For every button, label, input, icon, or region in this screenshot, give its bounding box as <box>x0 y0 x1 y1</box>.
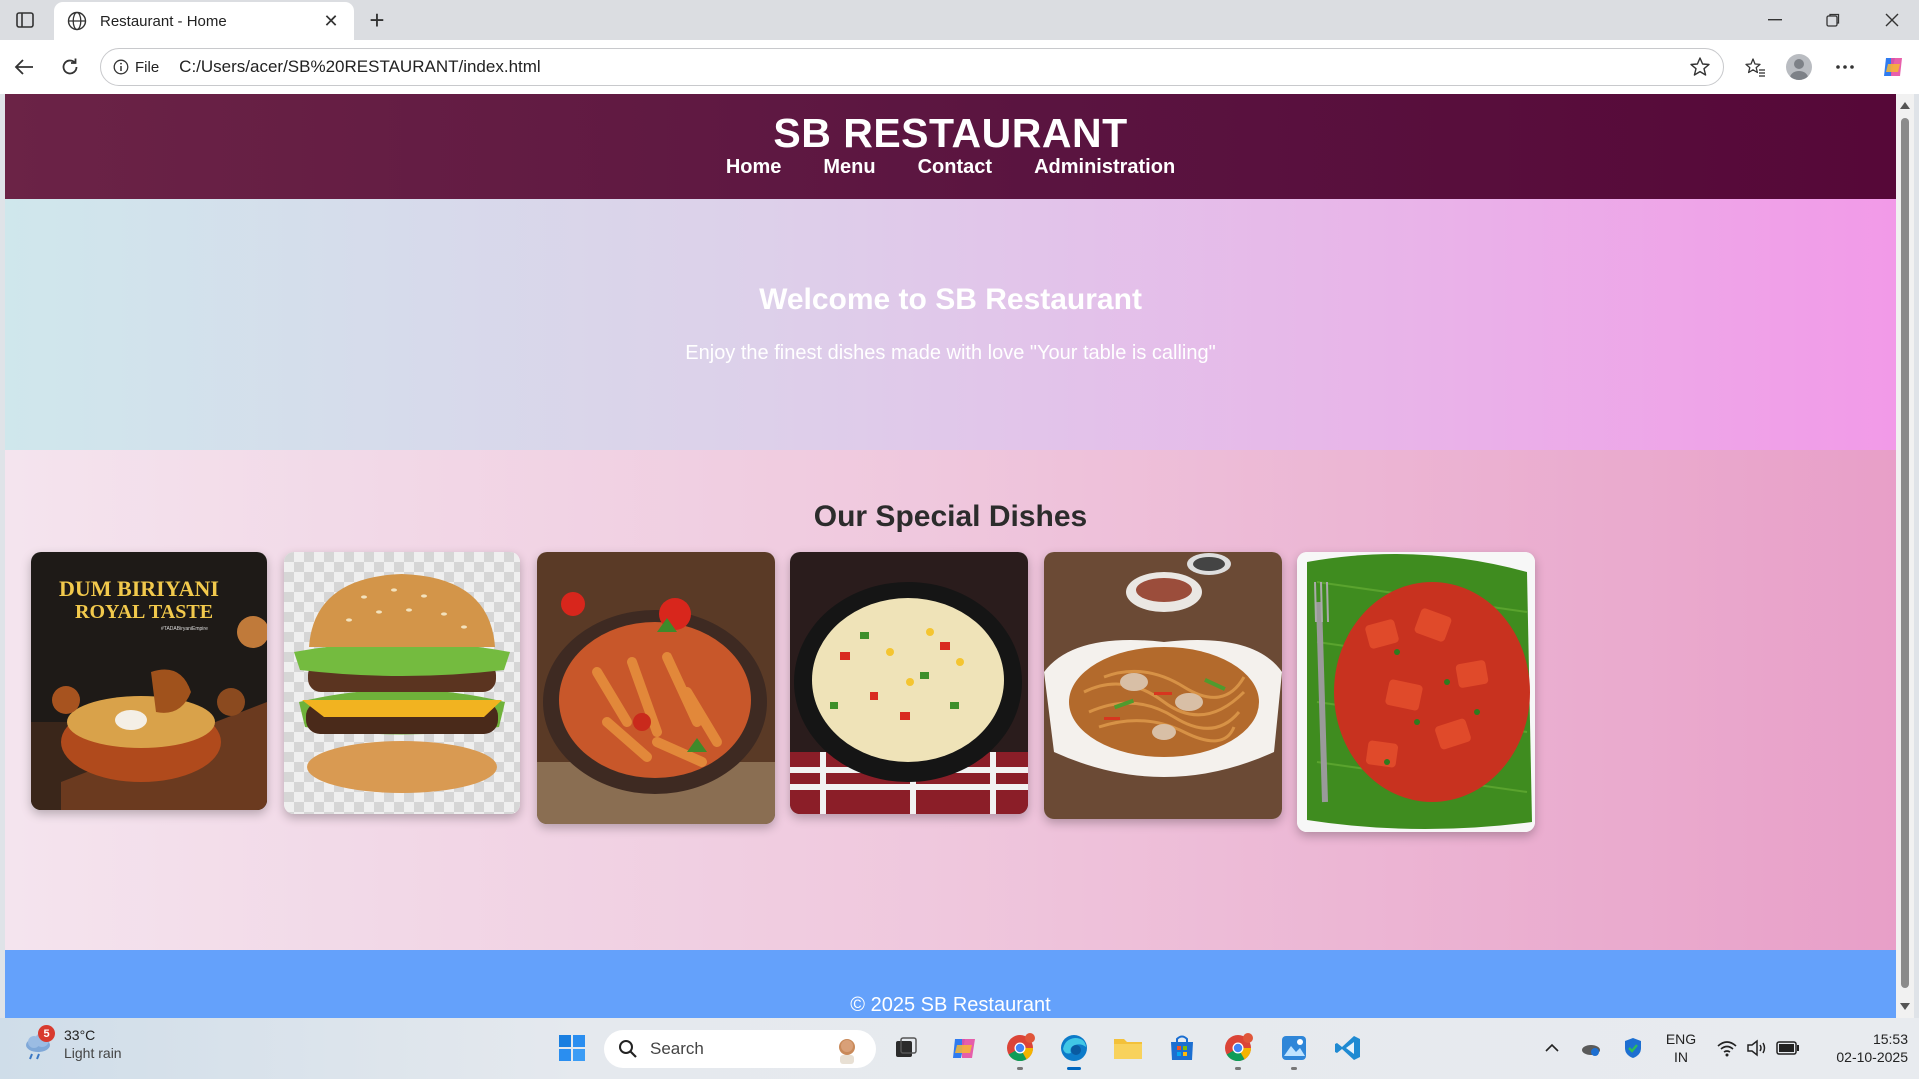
scrollbar-thumb[interactable] <box>1901 118 1909 988</box>
vscode-icon[interactable] <box>1332 1032 1364 1064</box>
dish-image-biryani[interactable]: DUM BIRIYANI ROYAL TASTE #TADABiryaniEmp… <box>31 552 267 810</box>
nav-administration-link[interactable]: Administration <box>1034 156 1175 179</box>
search-placeholder: Search <box>650 1039 704 1058</box>
browser-tab-bar: Restaurant - Home ✕ + <box>0 0 1919 40</box>
wifi-icon[interactable] <box>1714 1032 1740 1064</box>
dish-image-burger[interactable] <box>284 552 520 814</box>
windows-start-icon[interactable] <box>556 1032 588 1064</box>
reload-button[interactable] <box>56 53 84 81</box>
photos-app-icon[interactable] <box>1278 1032 1310 1070</box>
more-options-icon[interactable] <box>1830 52 1860 82</box>
clock-date: 02-10-2025 <box>1836 1049 1908 1065</box>
weather-temperature: 33°C <box>64 1027 96 1043</box>
favorite-star-icon[interactable] <box>1689 56 1711 83</box>
info-icon <box>113 59 129 75</box>
weather-condition: Light rain <box>64 1045 122 1061</box>
battery-icon[interactable] <box>1774 1032 1802 1064</box>
dish-image-fried-rice[interactable] <box>790 552 1028 814</box>
nav-contact-link[interactable]: Contact <box>918 156 992 179</box>
site-info-button[interactable]: File <box>113 59 159 76</box>
volume-icon[interactable] <box>1744 1032 1770 1064</box>
rain-cloud-icon: 5 <box>22 1025 56 1061</box>
edge-browser-icon[interactable] <box>1058 1032 1090 1070</box>
page-scrollbar[interactable] <box>1896 94 1914 1018</box>
url-text[interactable]: C:/Users/acer/SB%20RESTAURANT/index.html <box>179 57 541 77</box>
close-tab-icon[interactable]: ✕ <box>320 11 342 32</box>
biryani-poster-line1: DUM BIRIYANI <box>59 576 219 601</box>
clock-time: 15:53 <box>1872 1031 1908 1047</box>
nav-menu-link[interactable]: Menu <box>823 156 875 179</box>
task-view-icon[interactable] <box>890 1032 922 1064</box>
special-dishes-section: Our Special Dishes DUM BIRIYANI ROYAL TA… <box>5 450 1896 950</box>
tab-title: Restaurant - Home <box>100 12 227 30</box>
address-bar[interactable]: File C:/Users/acer/SB%20RESTAURANT/index… <box>100 48 1724 86</box>
language-indicator[interactable]: ENG IN <box>1664 1030 1698 1066</box>
minimize-button[interactable] <box>1755 6 1795 34</box>
address-scheme-label: File <box>135 58 160 76</box>
file-explorer-icon[interactable] <box>1112 1032 1144 1064</box>
new-tab-button[interactable]: + <box>362 5 392 35</box>
taskbar-search-box[interactable]: Search <box>604 1030 876 1068</box>
site-header: SB RESTAURANT Home Menu Contact Administ… <box>5 94 1896 199</box>
search-icon <box>619 1040 637 1058</box>
tab-actions-icon[interactable] <box>10 8 40 32</box>
language-code: ENG <box>1665 1031 1697 1047</box>
search-highlight-icon <box>839 1039 855 1064</box>
weather-widget[interactable]: 5 33°C Light rain <box>22 1025 122 1062</box>
avatar-icon <box>1786 54 1812 80</box>
tab-restaurant-home[interactable]: Restaurant - Home ✕ <box>54 2 354 40</box>
dish-image-chilli-paneer[interactable] <box>1297 552 1535 832</box>
favorites-icon[interactable] <box>1740 52 1770 82</box>
biryani-poster-tag: #TADABiryaniEmpire <box>161 626 208 632</box>
dishes-heading: Our Special Dishes <box>813 500 1088 533</box>
hero-title: Welcome to SB Restaurant <box>759 283 1142 316</box>
page-viewport: SB RESTAURANT Home Menu Contact Administ… <box>5 94 1896 1018</box>
copilot-taskbar-icon[interactable] <box>948 1032 980 1064</box>
chrome-icon[interactable] <box>1222 1032 1254 1070</box>
hero-subtitle: Enjoy the finest dishes made with love "… <box>685 342 1216 364</box>
windows-taskbar: 5 33°C Light rain Search ENG IN 15:53 02… <box>0 1018 1919 1079</box>
security-shield-icon[interactable] <box>1620 1032 1646 1064</box>
main-nav: Home Menu Contact Administration <box>5 156 1896 179</box>
scroll-down-arrow-icon[interactable] <box>1900 1003 1910 1010</box>
show-hidden-icons-icon[interactable] <box>1540 1032 1564 1064</box>
globe-icon <box>66 10 88 32</box>
restore-button[interactable] <box>1813 6 1853 34</box>
footer-copyright: © 2025 SB Restaurant <box>850 994 1051 1016</box>
weather-alert-badge: 5 <box>38 1025 55 1042</box>
onedrive-icon[interactable] <box>1578 1032 1604 1064</box>
browser-toolbar: File C:/Users/acer/SB%20RESTAURANT/index… <box>0 40 1919 94</box>
system-clock[interactable]: 15:53 02-10-2025 <box>1808 1030 1908 1066</box>
dish-image-noodles[interactable] <box>1044 552 1282 819</box>
back-button[interactable] <box>10 53 38 81</box>
site-footer: © 2025 SB Restaurant <box>5 950 1896 1018</box>
scroll-up-arrow-icon[interactable] <box>1900 102 1910 109</box>
site-brand: SB RESTAURANT <box>773 110 1128 156</box>
copilot-icon[interactable] <box>1878 52 1908 82</box>
region-code: IN <box>1674 1049 1688 1065</box>
microsoft-store-icon[interactable] <box>1166 1032 1198 1064</box>
chrome-profile-icon[interactable] <box>1004 1032 1036 1070</box>
dish-image-pasta[interactable] <box>537 552 775 824</box>
profile-avatar[interactable] <box>1784 52 1814 82</box>
hero-section: Welcome to SB Restaurant Enjoy the fines… <box>5 199 1896 450</box>
close-window-button[interactable] <box>1872 6 1912 34</box>
nav-home-link[interactable]: Home <box>726 156 782 179</box>
biryani-poster-line2: ROYAL TASTE <box>75 601 213 623</box>
